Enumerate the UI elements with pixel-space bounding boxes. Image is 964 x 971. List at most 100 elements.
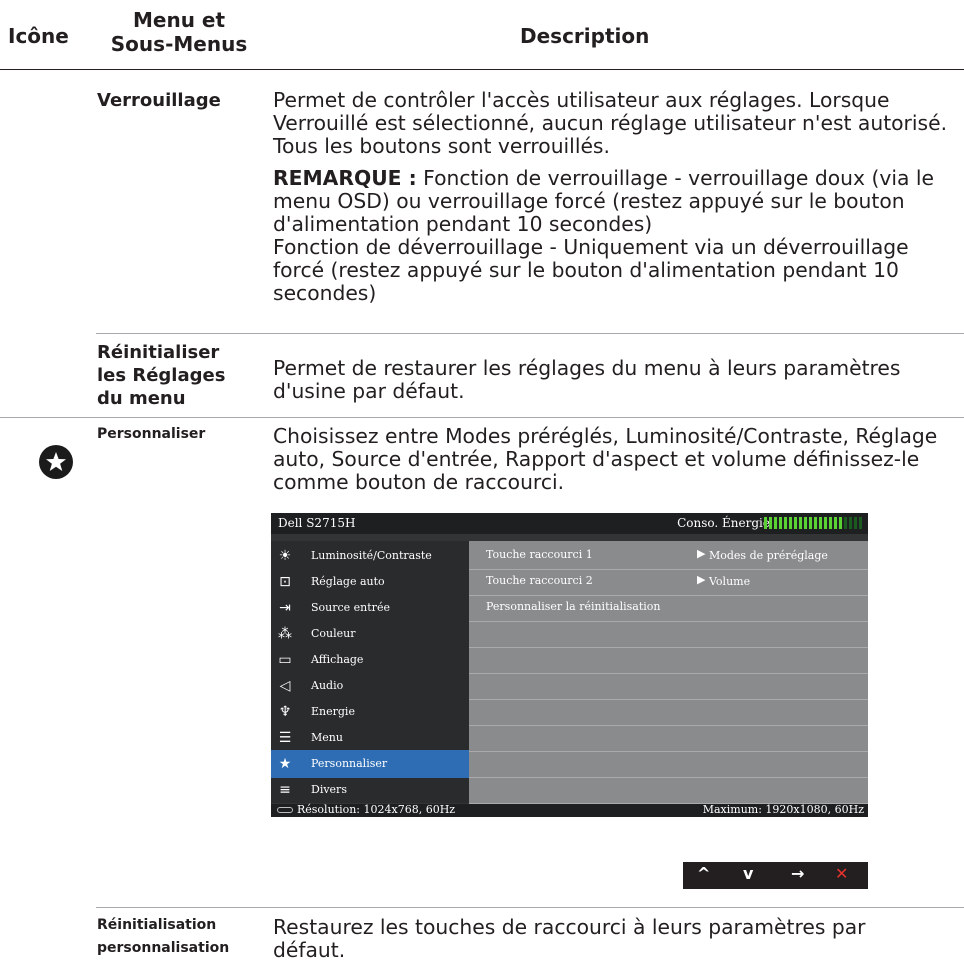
energy-bar-segment xyxy=(829,517,832,529)
menu-icon: ☰ xyxy=(278,730,292,746)
energy-bar-segment xyxy=(834,517,837,529)
osd-energy-label: Conso. Énergie xyxy=(677,516,770,530)
osd-menu-item[interactable]: ♆ Energie xyxy=(271,698,469,726)
submenu-custom-reset-label: Réinitialisation personnalisation xyxy=(97,914,229,960)
energy-bar-segment xyxy=(824,517,827,529)
energy-icon: ♆ xyxy=(278,704,292,720)
osd-menu-item[interactable]: ⇥ Source entrée xyxy=(271,594,469,622)
row-divider-bottom xyxy=(96,907,964,908)
osd-option-key: Touche raccourci 2 xyxy=(486,574,593,587)
column-header-menu-line2: Sous-Menus xyxy=(110,32,248,56)
sliders-icon: ≡ xyxy=(279,782,291,798)
note-text-unlock: Fonction de déverrouillage - Uniquement … xyxy=(273,235,909,305)
submenu-lock-label: Verrouillage xyxy=(97,90,221,111)
osd-option-value: Volume xyxy=(709,575,751,588)
osd-option-row xyxy=(469,672,868,700)
auto-adjust-icon: ⊡ xyxy=(279,574,291,590)
energy-bar-segment xyxy=(794,517,797,529)
osd-option-row[interactable]: Touche raccourci 2 ▶ Volume xyxy=(469,568,868,596)
osd-menu-item[interactable]: ★ Personnaliser xyxy=(271,750,469,778)
custom-reset-line2: personnalisation xyxy=(97,940,230,956)
osd-status-bar: Résolution: 1024x768, 60Hz Maximum: 1920… xyxy=(271,803,868,817)
energy-bar-segment xyxy=(859,517,862,529)
osd-option-row xyxy=(469,698,868,726)
osd-menu-item-label: Energie xyxy=(311,705,355,718)
personalize-star-icon xyxy=(39,445,73,479)
osd-menu-item-label: Réglage auto xyxy=(311,575,385,588)
osd-maximum: Maximum: 1920x1080, 60Hz xyxy=(702,803,864,816)
energy-bar-segment xyxy=(774,517,777,529)
monitor-connector-icon xyxy=(277,807,293,813)
energy-bar-segment xyxy=(789,517,792,529)
osd-menu-item[interactable]: ☰ Menu xyxy=(271,724,469,752)
osd-option-row xyxy=(469,750,868,778)
energy-bar-segment xyxy=(814,517,817,529)
osd-menu-item-label: Couleur xyxy=(311,627,356,640)
star-icon: ★ xyxy=(278,756,292,772)
osd-option-row xyxy=(469,776,868,804)
osd-menu-item-label: Divers xyxy=(311,783,347,796)
submenu-personalize-label: Personnaliser xyxy=(97,426,206,442)
color-icon: ⁂ xyxy=(278,626,292,642)
osd-option-row xyxy=(469,724,868,752)
column-header-description: Description xyxy=(520,24,650,48)
osd-menu-item[interactable]: ☀ Luminosité/Contraste xyxy=(271,542,469,570)
osd-option-row xyxy=(469,646,868,674)
reset-description: Permet de restaurer les réglages du menu… xyxy=(273,356,901,403)
speaker-icon: ◁ xyxy=(279,678,291,694)
energy-bar-segment xyxy=(799,517,802,529)
osd-menu-item[interactable]: ⁂ Couleur xyxy=(271,620,469,648)
osd-main-menu: ☀ Luminosité/Contraste ⊡ Réglage auto ⇥ Sourc… xyxy=(271,541,469,803)
energy-bar-segment xyxy=(779,517,782,529)
monitor-buttons-bar: ^ v → ✕ xyxy=(683,862,868,889)
lock-note: REMARQUE : Fonction de verrouillage - ve… xyxy=(273,167,963,305)
personalize-description: Choisissez entre Modes préréglés, Lumino… xyxy=(273,424,938,494)
lock-description: Permet de contrôler l'accès utilisateur … xyxy=(273,88,948,158)
enter-button[interactable]: → xyxy=(791,864,804,883)
osd-menu-item-label: Affichage xyxy=(311,653,364,666)
osd-menu-item-label: Personnaliser xyxy=(311,757,388,770)
energy-meter xyxy=(764,517,862,529)
osd-submenu-panel: Touche raccourci 1 ▶ Modes de préréglage To… xyxy=(469,541,868,804)
input-source-icon: ⇥ xyxy=(279,600,291,616)
energy-bar-segment xyxy=(809,517,812,529)
section-divider xyxy=(0,417,964,418)
row-divider xyxy=(96,333,964,334)
energy-bar-segment xyxy=(764,517,767,529)
osd-resolution-text: Résolution: 1024x768, 60Hz xyxy=(297,803,456,816)
osd-menu-item[interactable]: ≡ Divers xyxy=(271,776,469,804)
triangle-right-icon: ▶ xyxy=(697,547,706,560)
osd-option-key: Personnaliser la réinitialisation xyxy=(486,600,661,613)
header-divider xyxy=(0,69,964,70)
exit-button[interactable]: ✕ xyxy=(835,864,848,883)
osd-option-row[interactable]: Touche raccourci 1 ▶ Modes de préréglage xyxy=(469,542,868,570)
down-button[interactable]: v xyxy=(743,864,753,883)
osd-title-bar: Dell S2715H Conso. Énergie xyxy=(271,513,868,534)
osd-resolution: Résolution: 1024x768, 60Hz xyxy=(277,803,455,816)
column-header-icon: Icône xyxy=(8,24,69,48)
submenu-reset-label: Réinitialiser les Réglages du menu xyxy=(97,341,225,410)
energy-bar-segment xyxy=(854,517,857,529)
osd-option-row[interactable]: Personnaliser la réinitialisation xyxy=(469,594,868,622)
osd-menu-item-label: Menu xyxy=(311,731,343,744)
osd-option-value: Modes de préréglage xyxy=(709,549,828,562)
up-button[interactable]: ^ xyxy=(697,864,710,883)
osd-menu-item[interactable]: ⊡ Réglage auto xyxy=(271,568,469,596)
custom-reset-description: Restaurez les touches de raccourci à leu… xyxy=(273,915,866,962)
osd-menu-item[interactable]: ◁ Audio xyxy=(271,672,469,700)
energy-bar-segment xyxy=(784,517,787,529)
energy-bar-segment xyxy=(819,517,822,529)
energy-bar-segment xyxy=(849,517,852,529)
osd-menu-item-label: Luminosité/Contraste xyxy=(311,549,432,562)
osd-option-key: Touche raccourci 1 xyxy=(486,548,593,561)
reset-label-line1: Réinitialiser xyxy=(97,342,220,363)
osd-option-row xyxy=(469,620,868,648)
reset-label-line2: les Réglages xyxy=(97,365,226,386)
energy-bar-segment xyxy=(769,517,772,529)
osd-title: Dell S2715H xyxy=(278,516,356,530)
energy-bar-segment xyxy=(839,517,842,529)
osd-menu-item[interactable]: ▭ Affichage xyxy=(271,646,469,674)
osd-menu-item-label: Audio xyxy=(311,679,344,692)
triangle-right-icon: ▶ xyxy=(697,573,706,586)
custom-reset-line1: Réinitialisation xyxy=(97,917,217,933)
